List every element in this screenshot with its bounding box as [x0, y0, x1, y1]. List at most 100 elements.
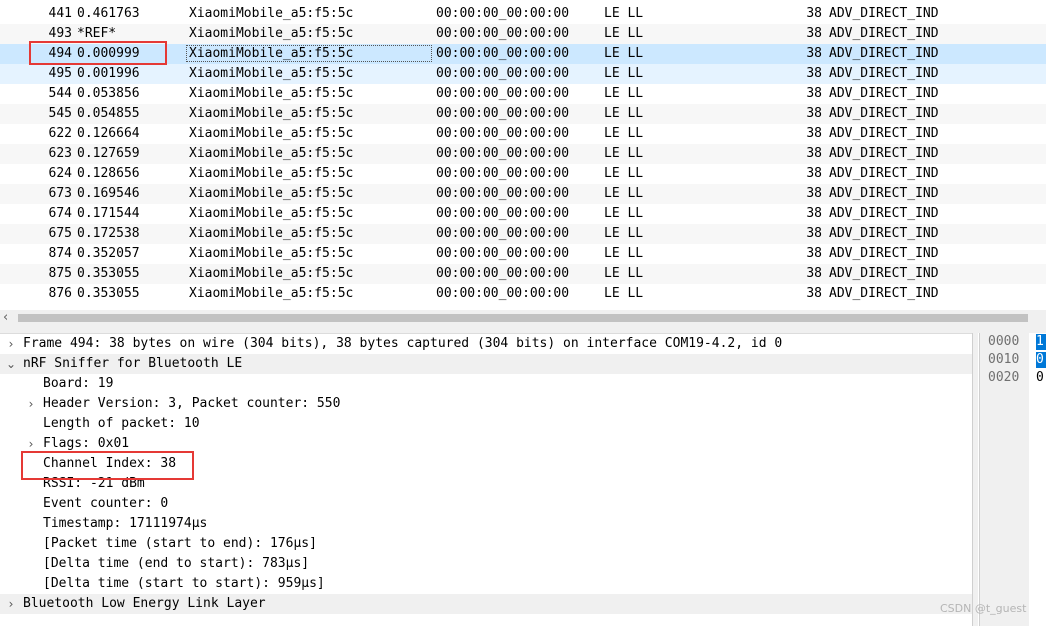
- packet-number: 674: [48, 206, 72, 221]
- details-tree-item[interactable]: Event counter: 0: [0, 494, 972, 514]
- watermark: CSDN @t_guest: [940, 602, 1027, 615]
- details-tree-item[interactable]: › Header Version: 3, Packet counter: 550: [0, 394, 972, 414]
- packet-source: XiaomiMobile_a5:f5:5c: [189, 246, 354, 261]
- packet-time: 0.126664: [77, 126, 140, 141]
- packet-length: 38: [806, 6, 822, 21]
- details-tree-item[interactable]: [Delta time (start to start): 959µs]: [0, 574, 972, 594]
- packet-source: XiaomiMobile_a5:f5:5c: [189, 206, 354, 221]
- packet-row[interactable]: 544 0.053856 XiaomiMobile_a5:f5:5c 00:00:00…: [0, 84, 1046, 104]
- details-vertical-scrollbar[interactable]: [972, 333, 978, 626]
- pane-splitter[interactable]: [0, 326, 1046, 333]
- scrollbar-thumb[interactable]: [18, 314, 1028, 322]
- packet-info: ADV_DIRECT_IND: [829, 246, 939, 261]
- packet-source: XiaomiMobile_a5:f5:5c: [189, 86, 354, 101]
- packet-length: 38: [806, 206, 822, 221]
- details-tree-item[interactable]: ⌄ nRF Sniffer for Bluetooth LE: [0, 354, 972, 374]
- details-tree-label: Frame 494: 38 bytes on wire (304 bits), …: [23, 336, 783, 351]
- packet-source: XiaomiMobile_a5:f5:5c: [189, 126, 354, 141]
- packet-number: 675: [48, 226, 72, 241]
- chevron-down-icon[interactable]: ⌄: [5, 354, 17, 374]
- details-tree-item[interactable]: Length of packet: 10: [0, 414, 972, 434]
- packet-length: 38: [806, 46, 822, 61]
- packet-source: XiaomiMobile_a5:f5:5c: [189, 226, 354, 241]
- packet-row[interactable]: 623 0.127659 XiaomiMobile_a5:f5:5c 00:00:00…: [0, 144, 1046, 164]
- packet-source: XiaomiMobile_a5:f5:5c: [189, 146, 354, 161]
- packet-length: 38: [806, 246, 822, 261]
- annotation-box-packet-494: [29, 41, 167, 65]
- packet-destination: 00:00:00_00:00:00: [436, 286, 570, 301]
- byte-hex-value[interactable]: 0: [1036, 352, 1046, 368]
- packet-source: XiaomiMobile_a5:f5:5c: [189, 26, 354, 41]
- chevron-right-icon[interactable]: ›: [25, 394, 37, 414]
- packet-row[interactable]: 495 0.001996 XiaomiMobile_a5:f5:5c 00:00:00…: [0, 64, 1046, 84]
- packet-row[interactable]: 545 0.054855 XiaomiMobile_a5:f5:5c 00:00:00…: [0, 104, 1046, 124]
- packet-row[interactable]: 673 0.169546 XiaomiMobile_a5:f5:5c 00:00:00…: [0, 184, 1046, 204]
- details-tree-item[interactable]: Timestamp: 17111974µs: [0, 514, 972, 534]
- byte-hex-value[interactable]: 1: [1036, 334, 1046, 350]
- packet-destination: 00:00:00_00:00:00: [436, 186, 570, 201]
- packet-row[interactable]: 622 0.126664 XiaomiMobile_a5:f5:5c 00:00:00…: [0, 124, 1046, 144]
- packet-source: XiaomiMobile_a5:f5:5c: [189, 6, 354, 21]
- packet-destination: 00:00:00_00:00:00: [436, 166, 570, 181]
- packet-length: 38: [806, 26, 822, 41]
- packet-destination: 00:00:00_00:00:00: [436, 66, 570, 81]
- packet-info: ADV_DIRECT_IND: [829, 66, 939, 81]
- packet-protocol: LE LL: [604, 246, 644, 261]
- packet-protocol: LE LL: [604, 66, 644, 81]
- packet-destination: 00:00:00_00:00:00: [436, 266, 570, 281]
- details-tree-item[interactable]: [Delta time (end to start): 783µs]: [0, 554, 972, 574]
- packet-source: XiaomiMobile_a5:f5:5c: [189, 286, 354, 301]
- packet-number: 495: [48, 66, 72, 81]
- packet-destination: 00:00:00_00:00:00: [436, 246, 570, 261]
- details-tree-label: [Packet time (start to end): 176µs]: [43, 536, 317, 551]
- packet-source: XiaomiMobile_a5:f5:5c: [189, 166, 354, 181]
- packet-length: 38: [806, 146, 822, 161]
- packet-info: ADV_DIRECT_IND: [829, 286, 939, 301]
- packet-row[interactable]: 674 0.171544 XiaomiMobile_a5:f5:5c 00:00:00…: [0, 204, 1046, 224]
- packet-destination: 00:00:00_00:00:00: [436, 146, 570, 161]
- details-tree-item[interactable]: › Bluetooth Low Energy Link Layer: [0, 594, 972, 614]
- packet-length: 38: [806, 226, 822, 241]
- annotation-box-channel-index: [21, 451, 194, 480]
- details-tree-item[interactable]: Board: 19: [0, 374, 972, 394]
- packet-destination: 00:00:00_00:00:00: [436, 226, 570, 241]
- packet-destination: 00:00:00_00:00:00: [436, 86, 570, 101]
- packet-time: 0.461763: [77, 6, 140, 21]
- byte-offset: 0020: [988, 370, 1020, 385]
- packet-number: 673: [48, 186, 72, 201]
- packet-protocol: LE LL: [604, 46, 644, 61]
- packet-protocol: LE LL: [604, 26, 644, 41]
- chevron-right-icon[interactable]: ›: [5, 334, 17, 354]
- packet-info: ADV_DIRECT_IND: [829, 6, 939, 21]
- packet-number: 441: [48, 6, 72, 21]
- packet-info: ADV_DIRECT_IND: [829, 106, 939, 121]
- packet-time: 0.053856: [77, 86, 140, 101]
- packet-row[interactable]: 875 0.353055 XiaomiMobile_a5:f5:5c 00:00:00…: [0, 264, 1046, 284]
- byte-hex-value[interactable]: 0: [1036, 370, 1046, 386]
- packet-row[interactable]: 675 0.172538 XiaomiMobile_a5:f5:5c 00:00:00…: [0, 224, 1046, 244]
- packet-info: ADV_DIRECT_IND: [829, 126, 939, 141]
- packet-list-horizontal-scrollbar[interactable]: ‹: [0, 310, 1046, 326]
- details-tree-item[interactable]: › Frame 494: 38 bytes on wire (304 bits),…: [0, 334, 972, 354]
- packet-info: ADV_DIRECT_IND: [829, 166, 939, 181]
- packet-protocol: LE LL: [604, 146, 644, 161]
- chevron-right-icon[interactable]: ›: [5, 594, 17, 614]
- packet-number: 544: [48, 86, 72, 101]
- packet-destination: 00:00:00_00:00:00: [436, 206, 570, 221]
- packet-row[interactable]: 624 0.128656 XiaomiMobile_a5:f5:5c 00:00:00…: [0, 164, 1046, 184]
- packet-bytes-pane: 0000 1 0010 0 0020 0: [979, 333, 1046, 626]
- details-tree-label: Timestamp: 17111974µs: [43, 516, 208, 531]
- details-tree-label: [Delta time (start to start): 959µs]: [43, 576, 325, 591]
- packet-row[interactable]: 876 0.353055 XiaomiMobile_a5:f5:5c 00:00:00…: [0, 284, 1046, 304]
- packet-row[interactable]: 441 0.461763 XiaomiMobile_a5:f5:5c 00:00:00…: [0, 4, 1046, 24]
- details-tree-label: Header Version: 3, Packet counter: 550: [43, 396, 341, 411]
- packet-protocol: LE LL: [604, 126, 644, 141]
- packet-destination: 00:00:00_00:00:00: [436, 26, 570, 41]
- packet-info: ADV_DIRECT_IND: [829, 86, 939, 101]
- chevron-left-icon[interactable]: ‹: [3, 310, 15, 326]
- packet-time: 0.172538: [77, 226, 140, 241]
- packet-row[interactable]: 874 0.352057 XiaomiMobile_a5:f5:5c 00:00:00…: [0, 244, 1046, 264]
- details-tree-label: [Delta time (end to start): 783µs]: [43, 556, 310, 571]
- details-tree-item[interactable]: [Packet time (start to end): 176µs]: [0, 534, 972, 554]
- packet-source: XiaomiMobile_a5:f5:5c: [189, 186, 354, 201]
